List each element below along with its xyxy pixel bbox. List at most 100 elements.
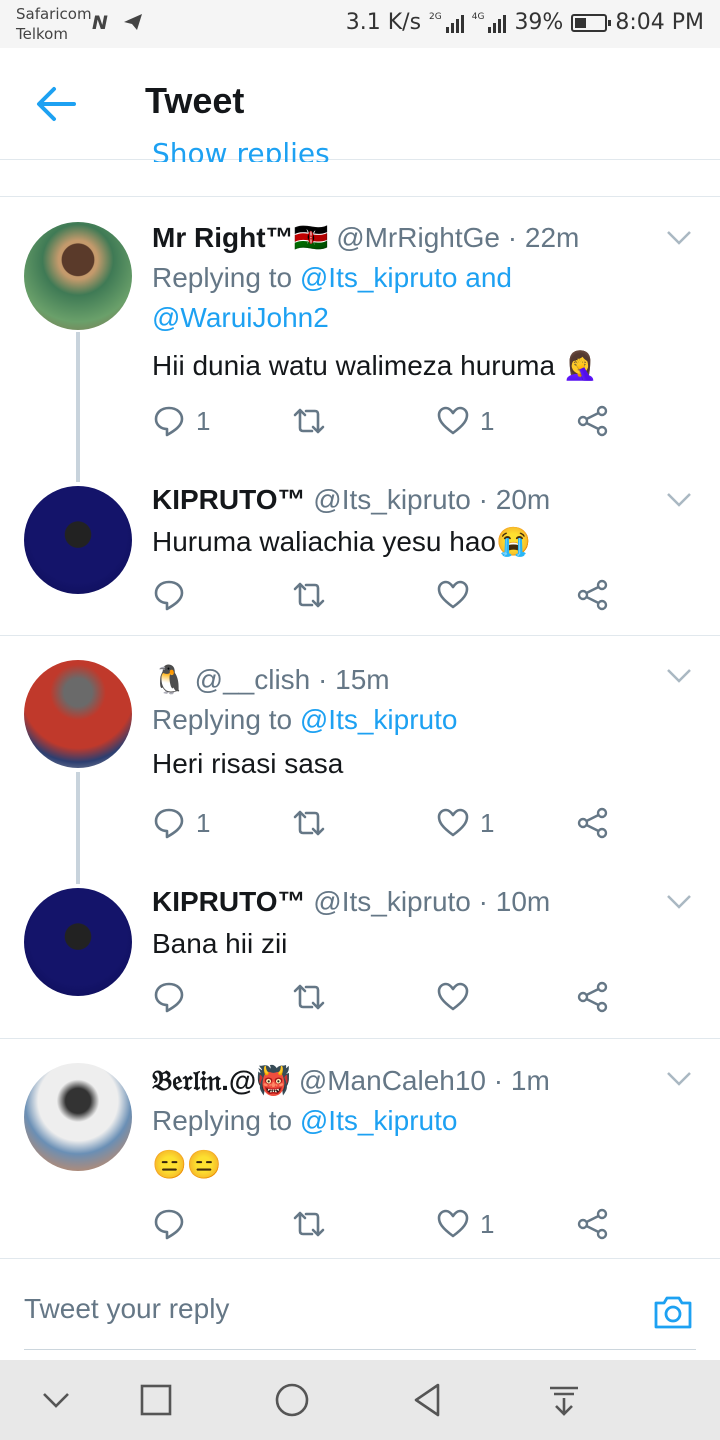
reply-input[interactable]: Tweet your reply — [24, 1293, 229, 1325]
display-name[interactable]: 𝔅𝔢𝔯𝔩𝔦𝔫.@👹 — [152, 1065, 291, 1096]
battery-percent: 39% — [514, 10, 564, 35]
caret-down-icon[interactable] — [666, 492, 692, 508]
retweet-button[interactable] — [292, 806, 336, 840]
avatar[interactable] — [24, 888, 132, 996]
reply-button[interactable]: 1 — [152, 404, 210, 438]
user-handle[interactable]: @Its_kipruto — [313, 886, 471, 917]
display-name[interactable]: 🐧 — [152, 664, 187, 695]
notification-icons: N — [92, 12, 144, 32]
display-name[interactable]: Mr Right™🇰🇪 — [152, 222, 328, 253]
retweet-icon — [293, 810, 325, 836]
reply-count: 1 — [196, 807, 211, 838]
share-button[interactable] — [576, 980, 610, 1014]
battery-icon — [571, 13, 612, 32]
display-name[interactable]: KIPRUTO™ — [152, 484, 306, 515]
carrier-names: Safaricom Telkom — [16, 4, 92, 44]
user-handle[interactable]: @ManCaleh10 — [299, 1065, 486, 1096]
avatar[interactable] — [24, 222, 132, 330]
like-icon — [437, 808, 469, 837]
recents-icon[interactable] — [136, 1380, 176, 1420]
caret-down-icon[interactable] — [666, 668, 692, 684]
show-replies-link[interactable]: Show replies — [152, 140, 330, 162]
retweet-icon — [293, 1211, 325, 1237]
reply-button[interactable] — [152, 578, 196, 612]
hide-nav-icon[interactable] — [36, 1380, 76, 1420]
user-handle[interactable]: @__clish — [195, 664, 311, 695]
like-button[interactable]: 1 — [436, 1207, 494, 1241]
status-bar: Safaricom Telkom N 3.1 K/s 2G 4G 39% 8:0… — [0, 0, 720, 48]
data-speed: 3.1 K/s — [345, 10, 422, 35]
like-icon — [437, 1209, 469, 1238]
reply-icon — [154, 982, 184, 1013]
reply-composer: Tweet your reply — [0, 1258, 720, 1360]
status-right: 3.1 K/s 2G 4G 39% 8:04 PM — [346, 10, 704, 35]
like-button[interactable] — [436, 578, 480, 612]
replying-to: Replying to @Its_kipruto — [152, 704, 458, 735]
reply-icon — [154, 406, 184, 437]
tweet-actions — [152, 980, 622, 1020]
tweet-actions: 1 — [152, 1207, 622, 1247]
tweet-header: KIPRUTO™ @Its_kipruto · 20m — [152, 484, 551, 515]
timestamp: 20m — [495, 484, 551, 515]
reply-mention-link[interactable]: @Its_kipruto — [300, 704, 458, 735]
display-name[interactable]: KIPRUTO™ — [152, 886, 306, 917]
reply-icon — [154, 808, 184, 839]
user-handle[interactable]: @Its_kipruto — [313, 484, 471, 515]
reply-underline — [24, 1349, 696, 1350]
share-button[interactable] — [576, 1207, 610, 1241]
share-button[interactable] — [576, 404, 610, 438]
carrier-2: Telkom — [16, 25, 68, 43]
reply-button[interactable]: 1 — [152, 806, 210, 840]
like-icon — [437, 580, 469, 609]
share-icon — [577, 981, 608, 1013]
replying-to: Replying to @Its_kipruto — [152, 1105, 458, 1136]
like-button[interactable]: 1 — [436, 806, 494, 840]
share-icon — [577, 807, 608, 839]
avatar[interactable] — [24, 660, 132, 768]
thread-line — [76, 332, 80, 482]
reply-button[interactable] — [152, 1207, 196, 1241]
retweet-button[interactable] — [292, 404, 336, 438]
system-nav-bar — [0, 1360, 720, 1440]
timestamp: 15m — [335, 664, 390, 695]
camera-icon[interactable] — [652, 1293, 694, 1331]
divider — [0, 635, 720, 636]
caret-down-icon[interactable] — [666, 230, 692, 246]
tweet-header: KIPRUTO™ @Its_kipruto · 10m — [152, 886, 551, 917]
network-n-icon: N — [92, 12, 108, 32]
retweet-button[interactable] — [292, 1207, 336, 1241]
like-icon — [437, 406, 469, 435]
telegram-icon — [124, 14, 142, 30]
avatar[interactable] — [24, 486, 132, 594]
reply-count: 1 — [196, 405, 211, 436]
user-handle[interactable]: @MrRightGe — [336, 222, 500, 253]
retweet-button[interactable] — [292, 980, 336, 1014]
notification-pull-icon[interactable] — [544, 1380, 584, 1420]
svg-text:N: N — [92, 12, 108, 32]
share-button[interactable] — [576, 806, 610, 840]
reply-button[interactable] — [152, 980, 196, 1014]
avatar[interactable] — [24, 1063, 132, 1171]
tweet-actions: 1 1 — [152, 806, 622, 846]
tweet-text: Hii dunia watu walimeza huruma 🤦‍♀️ — [152, 350, 598, 381]
like-button[interactable]: 1 — [436, 404, 494, 438]
tweet-text: Bana hii zii — [152, 928, 288, 959]
retweet-icon — [293, 408, 325, 434]
back-arrow-icon[interactable] — [34, 84, 78, 124]
tweet-actions: 1 1 — [152, 404, 622, 444]
clock: 8:04 PM — [615, 10, 704, 35]
like-button[interactable] — [436, 980, 480, 1014]
tweet-actions — [152, 578, 622, 618]
home-icon[interactable] — [272, 1380, 312, 1420]
caret-down-icon[interactable] — [666, 894, 692, 910]
signal-2g-icon: 2G — [429, 12, 464, 33]
signal-4g-icon: 4G — [472, 12, 507, 33]
caret-down-icon[interactable] — [666, 1071, 692, 1087]
reply-icon — [154, 580, 184, 611]
back-nav-icon[interactable] — [408, 1380, 448, 1420]
timestamp: 10m — [495, 886, 551, 917]
retweet-button[interactable] — [292, 578, 336, 612]
reply-mention-link[interactable]: @Its_kipruto — [300, 1105, 458, 1136]
tweet-header: Mr Right™🇰🇪 @MrRightGe · 22m — [152, 222, 580, 253]
share-button[interactable] — [576, 578, 610, 612]
